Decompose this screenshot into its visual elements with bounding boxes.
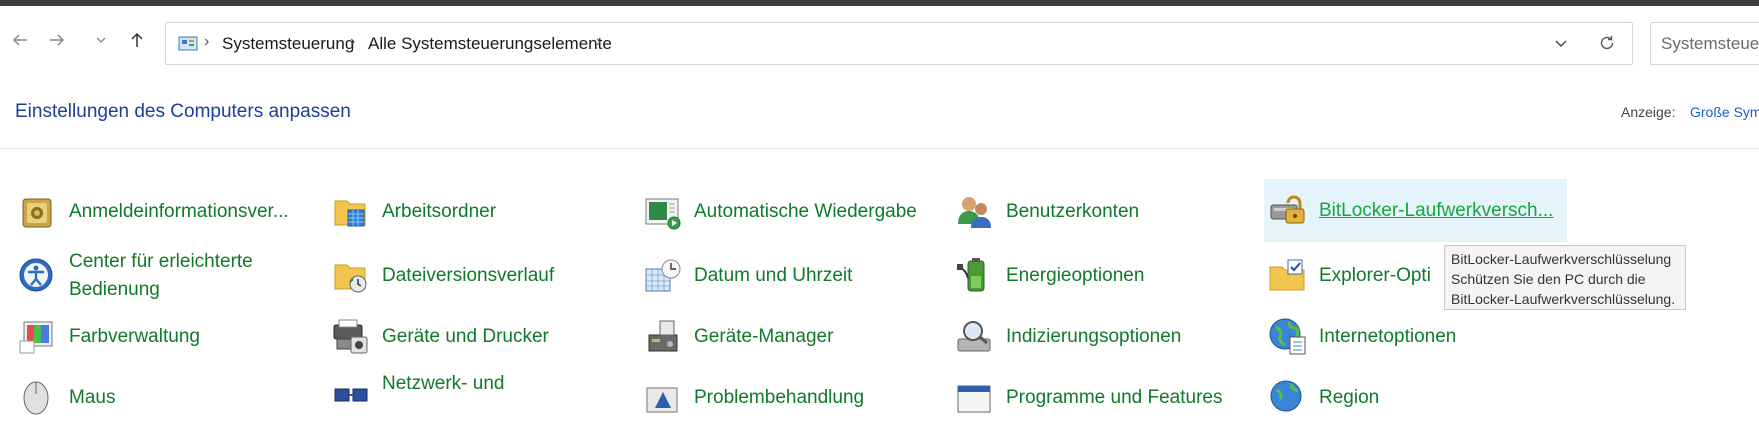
- troubleshooting-icon: [643, 378, 683, 418]
- item-label: BitLocker-Laufwerkversch...: [1319, 199, 1554, 221]
- date-time-icon: [643, 256, 683, 296]
- user-accounts-icon: [955, 192, 995, 232]
- search-box[interactable]: [1650, 22, 1759, 65]
- address-bar[interactable]: › Systemsteuerung › Alle Systemsteuerung…: [165, 22, 1633, 65]
- item-label: Maus: [69, 387, 116, 408]
- tooltip-title: BitLocker-Laufwerkverschlüsselung: [1451, 251, 1672, 267]
- item-label: Internetoptionen: [1319, 326, 1457, 347]
- color-management-icon: [18, 317, 58, 357]
- cp-item-automatische-wiedergabe[interactable]: Automatische Wiedergabe: [643, 184, 923, 240]
- item-label: Geräte und Drucker: [382, 326, 549, 347]
- cp-item-geraete-drucker[interactable]: Geräte und Drucker: [331, 309, 611, 365]
- cp-item-energieoptionen[interactable]: Energieoptionen: [955, 248, 1235, 304]
- cp-item-programme-features[interactable]: Programme und Features: [955, 370, 1235, 426]
- refresh-icon[interactable]: [1598, 34, 1616, 57]
- item-label: Anmeldeinformationsver...: [69, 201, 289, 222]
- cp-item-geraete-manager[interactable]: Geräte-Manager: [643, 309, 923, 365]
- address-dropdown-chevron-icon[interactable]: [1553, 35, 1569, 56]
- control-panel-icon: [178, 35, 198, 58]
- region-icon: [1268, 378, 1308, 418]
- item-label: Dateiversionsverlauf: [382, 265, 555, 286]
- power-options-icon: [955, 256, 995, 296]
- bitlocker-icon: [1268, 191, 1308, 231]
- cp-item-region[interactable]: Region: [1264, 370, 1544, 426]
- view-by-dropdown[interactable]: Große Sym: [1690, 104, 1759, 120]
- cp-item-indizierungsoptionen[interactable]: Indizierungsoptionen: [955, 309, 1235, 365]
- item-label: Explorer-Opti: [1319, 265, 1431, 286]
- item-label: Benutzerkonten: [1006, 201, 1140, 222]
- item-label: Arbeitsordner: [382, 201, 497, 222]
- page-title: Einstellungen des Computers anpassen: [15, 101, 351, 122]
- breadcrumb-separator-icon[interactable]: ›: [596, 33, 601, 51]
- item-label: Problembehandlung: [694, 387, 865, 408]
- item-label: Center für erleichterte: [69, 251, 253, 272]
- item-label: Region: [1319, 387, 1380, 408]
- cp-item-problembehandlung[interactable]: Problembehandlung: [643, 370, 923, 426]
- network-center-icon: [331, 375, 371, 415]
- credential-manager-icon: [18, 192, 58, 232]
- autoplay-icon: [643, 192, 683, 232]
- cp-item-farbverwaltung[interactable]: Farbverwaltung: [18, 309, 298, 365]
- item-label: Datum und Uhrzeit: [694, 265, 853, 286]
- programs-features-icon: [955, 378, 995, 418]
- breadcrumb-separator-icon: ›: [204, 33, 210, 50]
- cp-item-internetoptionen[interactable]: Internetoptionen: [1264, 309, 1544, 365]
- ease-of-access-icon: [18, 257, 58, 297]
- devices-printers-icon: [331, 317, 371, 357]
- navigation-bar: › Systemsteuerung › Alle Systemsteuerung…: [0, 6, 1759, 66]
- item-label: Geräte-Manager: [694, 326, 834, 347]
- item-label: Netzwerk- und: [382, 373, 505, 394]
- cp-item-bitlocker[interactable]: BitLocker-Laufwerkversch...: [1264, 179, 1567, 242]
- item-label-line2: Bedienung: [69, 279, 160, 300]
- cp-item-benutzerkonten[interactable]: Benutzerkonten: [955, 184, 1235, 240]
- cp-item-arbeitsordner[interactable]: Arbeitsordner: [331, 184, 611, 240]
- item-label: Programme und Features: [1006, 387, 1223, 408]
- indexing-options-icon: [955, 317, 995, 357]
- cp-item-datum-uhrzeit[interactable]: Datum und Uhrzeit: [643, 248, 923, 304]
- item-label: Indizierungsoptionen: [1006, 326, 1182, 347]
- cp-item-explorer-optionen[interactable]: Explorer-Opti: [1264, 248, 1444, 304]
- breadcrumb-separator-icon: ›: [350, 33, 356, 50]
- cp-item-netzwerk[interactable]: Netzwerk- und: [331, 367, 611, 423]
- tooltip-line1: Schützen Sie den PC durch die: [1451, 271, 1646, 287]
- cp-item-anmeldeinformationsverwaltung[interactable]: Anmeldeinformationsver...: [18, 184, 298, 240]
- forward-arrow-icon[interactable]: [45, 28, 69, 52]
- mouse-icon: [18, 378, 58, 418]
- back-arrow-icon[interactable]: [8, 28, 32, 52]
- cp-item-maus[interactable]: Maus: [18, 370, 298, 426]
- recent-locations-chevron-icon[interactable]: [89, 28, 113, 52]
- content-header: Einstellungen des Computers anpassen Anz…: [0, 86, 1759, 149]
- breadcrumb-alle-elemente[interactable]: Alle Systemsteuerungselemente: [368, 34, 612, 54]
- tooltip-line2: BitLocker-Laufwerkverschlüsselung.: [1451, 291, 1676, 307]
- device-manager-icon: [643, 317, 683, 357]
- item-label: Automatische Wiedergabe: [694, 201, 917, 222]
- item-label: Energieoptionen: [1006, 265, 1145, 286]
- cp-item-dateiversionsverlauf[interactable]: Dateiversionsverlauf: [331, 248, 611, 304]
- explorer-options-icon: [1268, 256, 1308, 296]
- item-label: Farbverwaltung: [69, 326, 200, 347]
- file-history-icon: [331, 256, 371, 296]
- up-arrow-icon[interactable]: [125, 28, 149, 52]
- internet-options-icon: [1268, 317, 1308, 357]
- breadcrumb-systemsteuerung[interactable]: Systemsteuerung: [222, 34, 354, 54]
- bitlocker-tooltip: BitLocker-Laufwerkverschlüsselung Schütz…: [1444, 245, 1686, 310]
- work-folders-icon: [331, 192, 371, 232]
- cp-item-center-erleichterte-bedienung[interactable]: Center für erleichterte Bedienung: [18, 248, 308, 306]
- search-input[interactable]: [1651, 23, 1759, 64]
- view-by-label: Anzeige:: [1621, 104, 1676, 120]
